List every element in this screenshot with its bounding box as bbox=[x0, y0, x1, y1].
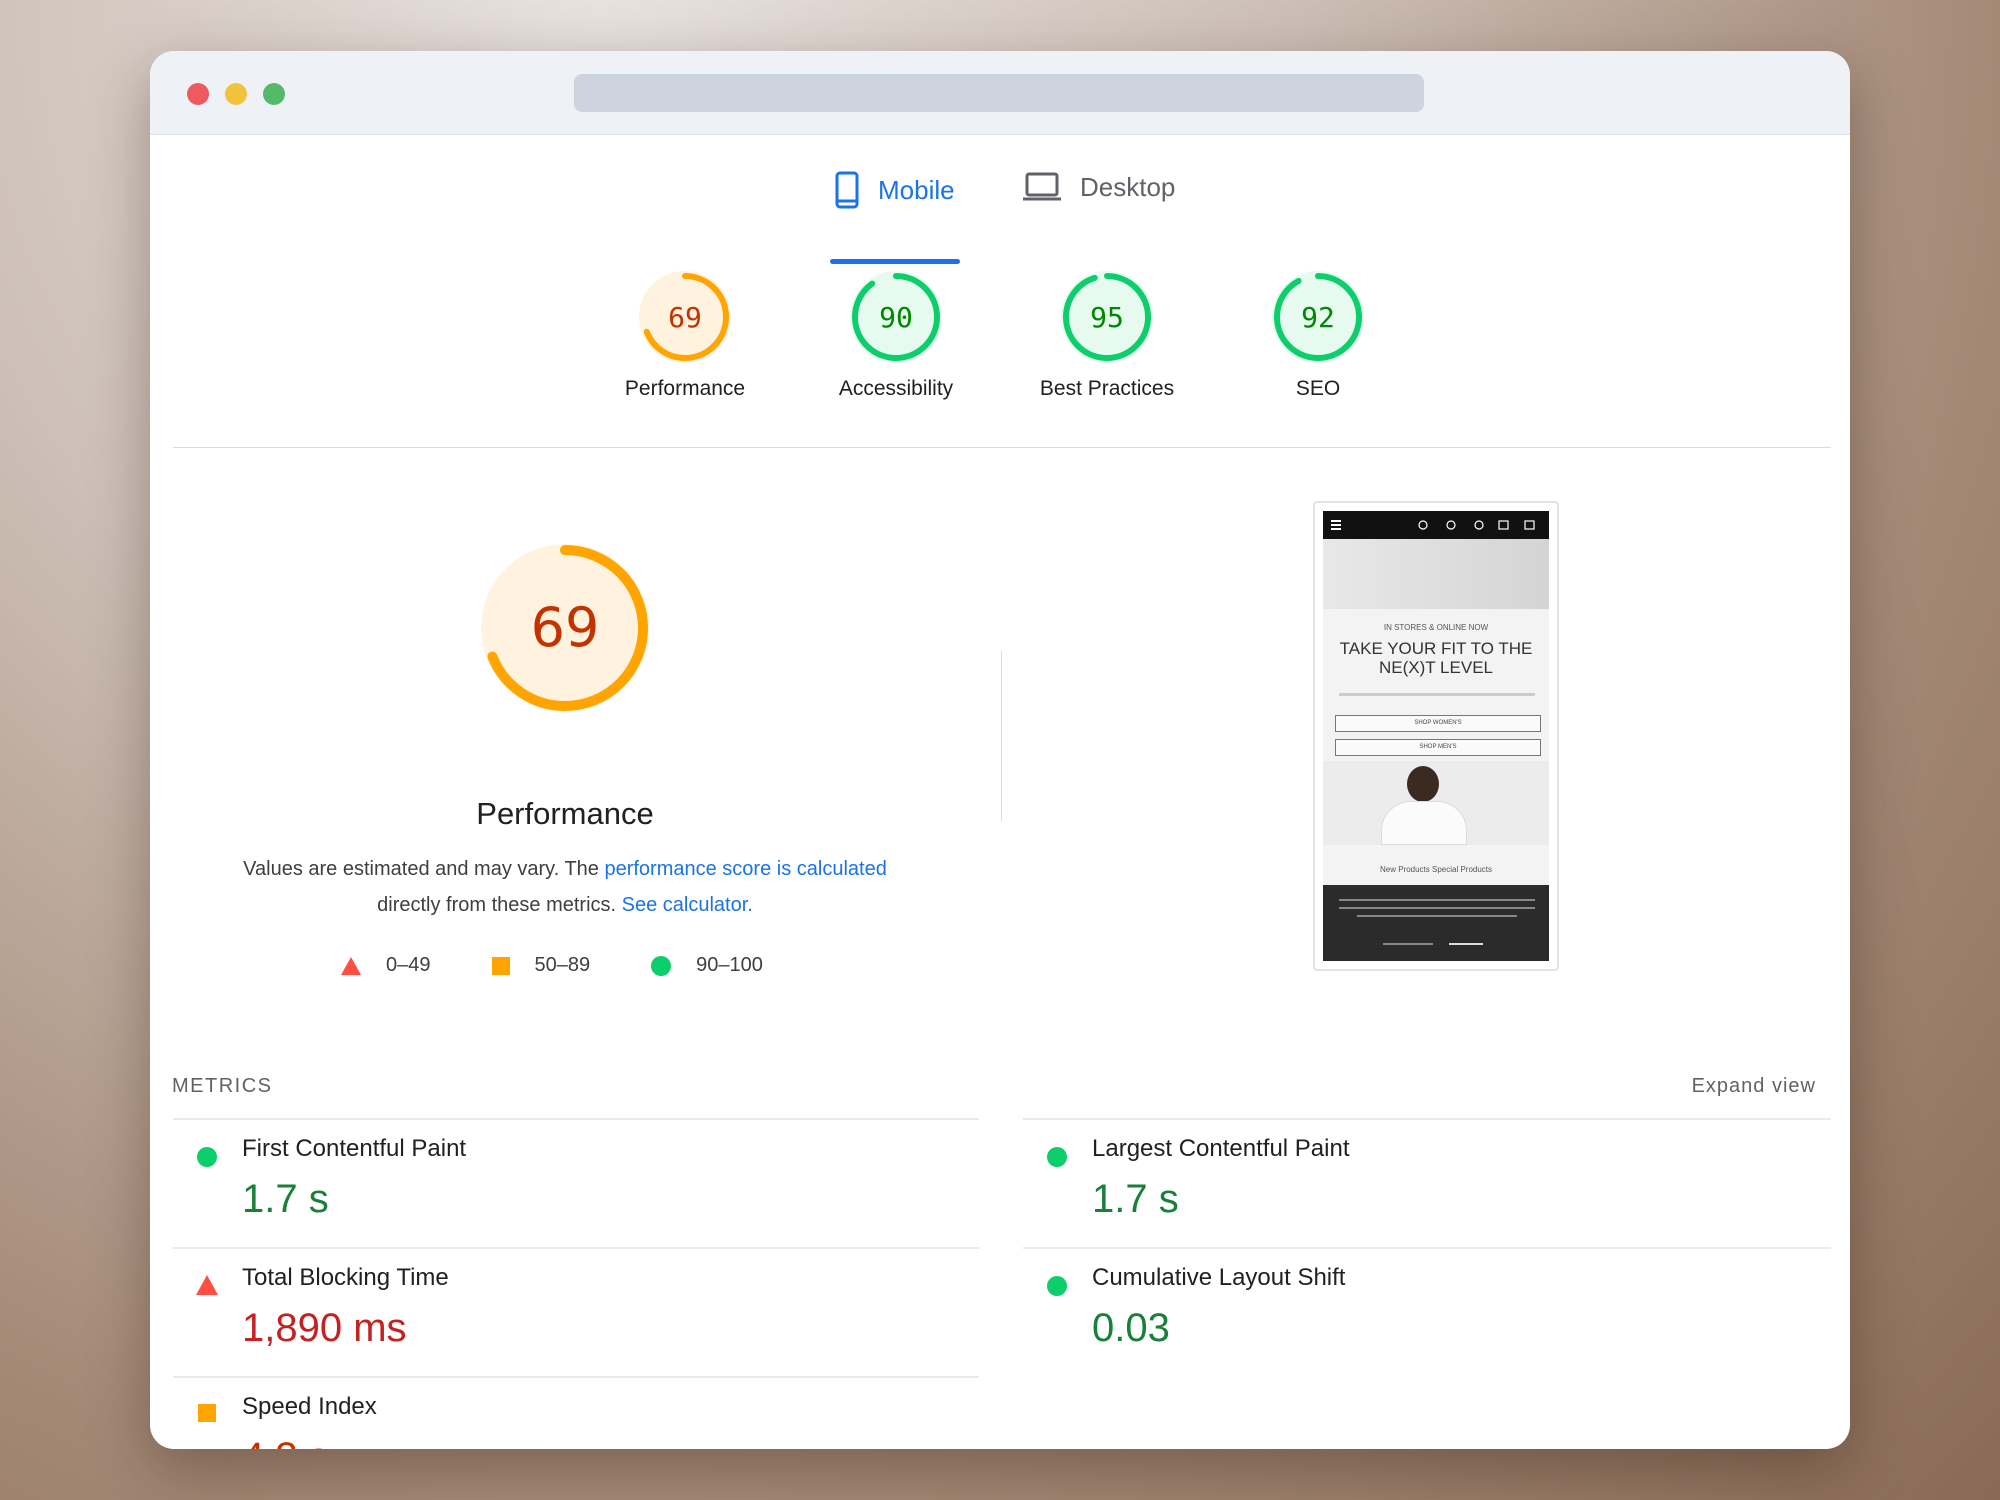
address-bar[interactable] bbox=[574, 74, 1424, 112]
preview-shop-womens-button: SHOP WOMEN'S bbox=[1335, 715, 1541, 732]
gauge-accessibility[interactable]: 90 Accessibility bbox=[796, 271, 996, 401]
desc-text-1: Values are estimated and may vary. The bbox=[243, 858, 605, 880]
gauge-score: 90 bbox=[879, 301, 913, 334]
mobile-phone-icon bbox=[835, 171, 859, 209]
maximize-window-button[interactable] bbox=[263, 83, 285, 105]
preview-shop-mens-button: SHOP MEN'S bbox=[1335, 739, 1541, 756]
preview-headline-line-1: TAKE YOUR FIT TO THE bbox=[1339, 639, 1533, 658]
preview-nav-icons bbox=[1331, 520, 1535, 530]
tab-mobile-label: Mobile bbox=[878, 174, 955, 205]
circle-icon bbox=[1047, 1276, 1067, 1296]
gauge-label: Performance bbox=[624, 377, 746, 400]
device-tabs: Mobile Desktop bbox=[150, 135, 1850, 267]
preview-model-head bbox=[1407, 766, 1439, 802]
metric-name: Speed Index bbox=[242, 1393, 377, 1420]
performance-description: Values are estimated and may vary. The p… bbox=[220, 851, 910, 923]
score-legend: 0–49 50–89 90–100 bbox=[340, 954, 763, 977]
legend-average: 50–89 bbox=[491, 954, 591, 977]
legend-pass: 90–100 bbox=[650, 954, 763, 977]
tab-desktop[interactable]: Desktop bbox=[1022, 171, 1175, 203]
minimize-window-button[interactable] bbox=[225, 83, 247, 105]
gauge-label: Accessibility bbox=[838, 377, 954, 400]
title-bar bbox=[150, 51, 1850, 135]
page-preview: IN STORES & ONLINE NOW TAKE YOUR FIT TO … bbox=[1323, 511, 1549, 961]
performance-gauge: 69 bbox=[475, 538, 655, 718]
final-screenshot-thumbnail[interactable]: IN STORES & ONLINE NOW TAKE YOUR FIT TO … bbox=[1313, 501, 1559, 971]
metrics-divider bbox=[173, 1376, 979, 1378]
browser-window: Mobile Desktop 69 Performance 90 Accessi… bbox=[150, 51, 1850, 1449]
triangle-icon bbox=[196, 1275, 218, 1295]
metric-cumulative-layout-shift: Cumulative Layout Shift 0.03 bbox=[1000, 1260, 1800, 1388]
tab-mobile[interactable]: Mobile bbox=[834, 171, 955, 209]
section-divider bbox=[173, 447, 1831, 448]
metric-value: 4.3 s bbox=[242, 1435, 329, 1449]
desc-text-2: directly from these metrics. bbox=[377, 894, 622, 916]
performance-score: 69 bbox=[531, 596, 600, 659]
metrics-divider bbox=[173, 1118, 979, 1120]
circle-icon bbox=[1047, 1147, 1067, 1167]
gauge-ring: 69 bbox=[639, 271, 731, 363]
category-gauges: 69 Performance 90 Accessibility 95 Best … bbox=[150, 271, 1850, 451]
preview-cookie-banner bbox=[1323, 885, 1549, 961]
performance-title: Performance bbox=[476, 796, 654, 831]
laptop-icon bbox=[1023, 172, 1061, 201]
preview-kicker: IN STORES & ONLINE NOW bbox=[1383, 623, 1489, 632]
circle-icon bbox=[651, 955, 672, 976]
metrics-divider bbox=[1023, 1247, 1831, 1249]
legend-fail: 0–49 bbox=[340, 954, 431, 977]
gauge-ring: 92 bbox=[1272, 271, 1364, 363]
score-calculated-link[interactable]: performance score is calculated bbox=[604, 858, 886, 880]
square-icon bbox=[491, 956, 510, 975]
gauge-seo[interactable]: 92 SEO bbox=[1218, 271, 1418, 401]
gauge-performance[interactable]: 69 Performance bbox=[585, 271, 785, 401]
tab-desktop-label: Desktop bbox=[1080, 171, 1176, 202]
triangle-icon bbox=[341, 956, 361, 975]
close-window-button[interactable] bbox=[187, 83, 209, 105]
legend-fail-label: 0–49 bbox=[386, 954, 431, 976]
column-divider bbox=[1001, 651, 1002, 821]
metric-name: Total Blocking Time bbox=[242, 1264, 449, 1291]
square-icon bbox=[198, 1404, 216, 1422]
metric-first-contentful-paint: First Contentful Paint 1.7 s bbox=[150, 1131, 950, 1259]
active-tab-indicator bbox=[830, 259, 960, 264]
performance-gauge-ring: 69 bbox=[481, 544, 649, 712]
gauge-score: 95 bbox=[1090, 301, 1124, 334]
metrics-divider bbox=[1023, 1118, 1831, 1120]
expand-view-button[interactable]: Expand view bbox=[1692, 1075, 1816, 1098]
metric-value: 1.7 s bbox=[242, 1177, 329, 1221]
gauge-label: SEO bbox=[1295, 377, 1341, 400]
preview-model-shirt bbox=[1381, 801, 1467, 845]
preview-subtext bbox=[1339, 693, 1535, 696]
preview-product-tabs: New Products Special Products bbox=[1379, 865, 1493, 874]
preview-navbar bbox=[1323, 511, 1549, 539]
gauge-best-practices[interactable]: 95 Best Practices bbox=[1007, 271, 1207, 401]
metrics-heading: METRICS bbox=[172, 1075, 273, 1097]
metric-largest-contentful-paint: Largest Contentful Paint 1.7 s bbox=[1000, 1131, 1800, 1259]
gauge-label: Best Practices bbox=[1039, 377, 1175, 400]
metric-name: Largest Contentful Paint bbox=[1092, 1135, 1350, 1162]
see-calculator-link[interactable]: See calculator. bbox=[622, 894, 753, 916]
metric-value: 0.03 bbox=[1092, 1306, 1170, 1350]
gauge-ring: 90 bbox=[850, 271, 942, 363]
gauge-ring: 95 bbox=[1061, 271, 1153, 363]
metric-value: 1.7 s bbox=[1092, 1177, 1179, 1221]
gauge-score: 69 bbox=[668, 301, 702, 334]
gauge-score: 92 bbox=[1301, 301, 1335, 334]
metric-speed-index: Speed Index 4.3 s bbox=[150, 1389, 950, 1449]
legend-average-label: 50–89 bbox=[534, 954, 591, 976]
metric-name: First Contentful Paint bbox=[242, 1135, 467, 1162]
legend-pass-label: 90–100 bbox=[696, 954, 763, 976]
metric-name: Cumulative Layout Shift bbox=[1092, 1264, 1346, 1291]
preview-headline-line-2: NE(X)T LEVEL bbox=[1378, 658, 1493, 677]
circle-icon bbox=[197, 1147, 217, 1167]
preview-headline: TAKE YOUR FIT TO THE NE(X)T LEVEL bbox=[1323, 639, 1549, 677]
metric-value: 1,890 ms bbox=[242, 1306, 407, 1350]
metrics-divider bbox=[173, 1247, 979, 1249]
preview-hero-image bbox=[1323, 539, 1549, 609]
metric-total-blocking-time: Total Blocking Time 1,890 ms bbox=[150, 1260, 950, 1388]
